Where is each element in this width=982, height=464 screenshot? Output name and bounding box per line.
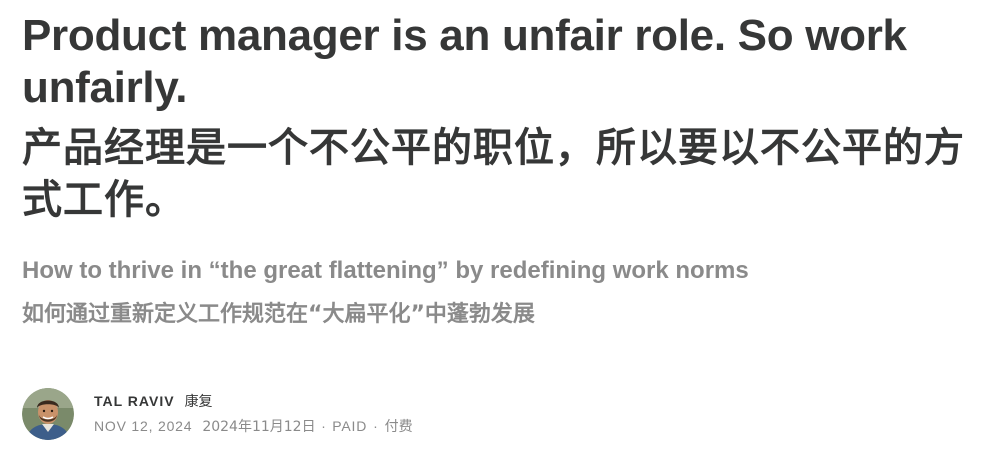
byline-meta: TAL RAVIV 康复 NOV 12, 2024 2024年11月12日 ∙ …	[94, 389, 413, 439]
author-avatar-image	[22, 388, 74, 440]
post-title-translation: 产品经理是一个不公平的职位，所以要以不公平的方式工作。	[22, 125, 965, 223]
author-name-translation: 康复	[184, 394, 213, 410]
article-header: Product manager is an unfair role. So wo…	[22, 0, 967, 330]
post-subtitle: How to thrive in “the great flattening” …	[22, 257, 749, 284]
date-row: NOV 12, 2024 2024年11月12日 ∙ PAID · 付费	[94, 413, 413, 439]
post-byline: TAL RAVIV 康复 NOV 12, 2024 2024年11月12日 ∙ …	[22, 386, 413, 442]
post-subtitle-translation: 如何通过重新定义工作规范在“大扁平化”中蓬勃发展	[22, 302, 535, 327]
post-title: Product manager is an unfair role. So wo…	[22, 11, 907, 112]
author-name-link[interactable]: TAL RAVIV	[94, 393, 175, 409]
author-row: TAL RAVIV 康复	[94, 389, 413, 413]
dot-separator-2: ·	[373, 418, 379, 434]
post-date-translation: 2024年11月12日	[202, 419, 316, 435]
paid-badge: PAID	[332, 418, 368, 434]
paid-badge-translation: 付费	[384, 419, 413, 435]
author-avatar[interactable]	[22, 388, 74, 440]
dot-separator: ∙	[321, 418, 327, 434]
post-date: NOV 12, 2024	[94, 418, 193, 434]
